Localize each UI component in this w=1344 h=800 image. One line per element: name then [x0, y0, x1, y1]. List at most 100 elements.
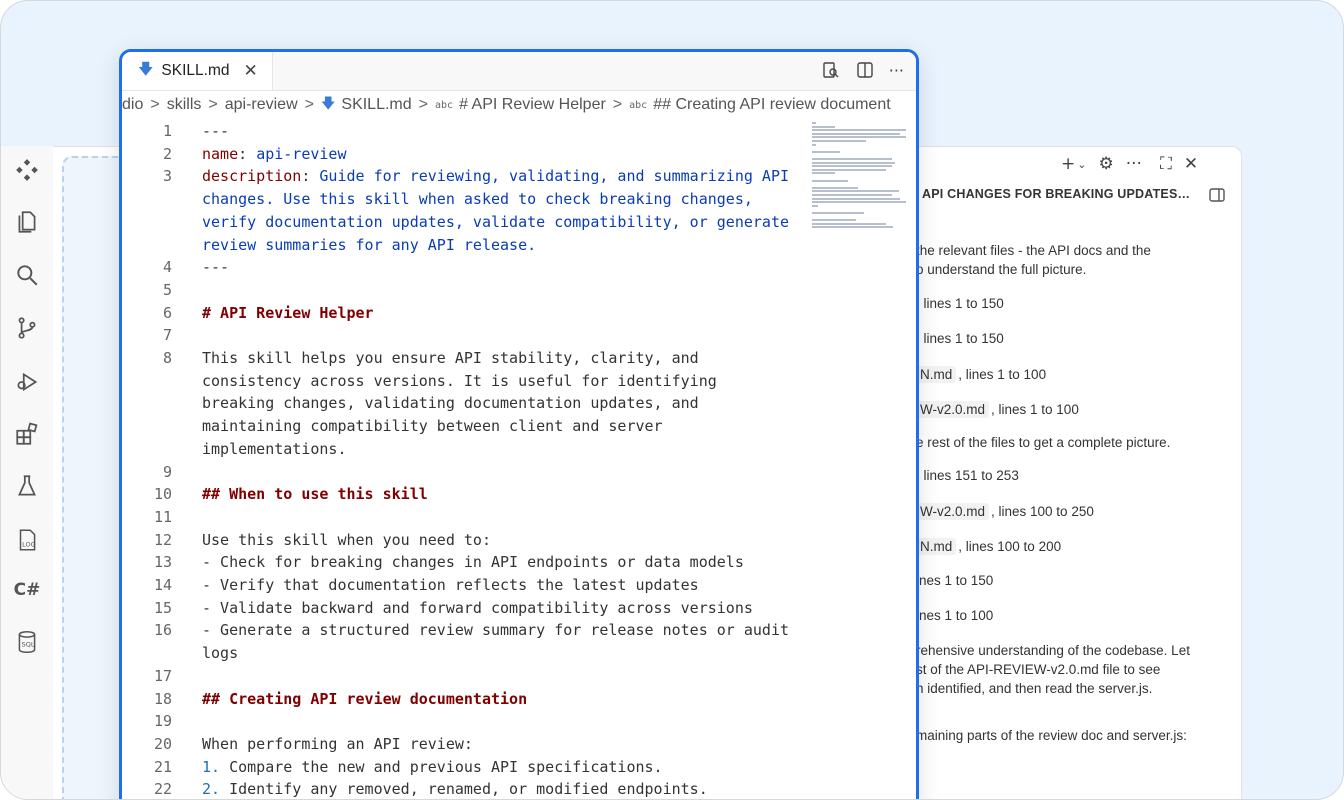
- line-number: 18: [153, 689, 172, 708]
- tab-bar: 🡇 SKILL.md ✕ ···: [122, 52, 916, 91]
- more-icon[interactable]: ···: [1126, 154, 1142, 174]
- chat-message-line: e rest of the files to get a complete pi…: [916, 435, 1170, 450]
- chat-text: , lines 151 to 253: [916, 468, 1019, 483]
- chat-text: the relevant files - the API docs and th…: [916, 243, 1151, 258]
- line-number: 1: [162, 122, 172, 140]
- chat-message-line: the relevant files - the API docs and th…: [916, 243, 1151, 258]
- file-reference-chip[interactable]: W-v2.0.md: [916, 401, 990, 418]
- minimap-line: [812, 158, 892, 160]
- line-number: 21: [153, 757, 172, 776]
- file-reference-chip[interactable]: N.md: [916, 366, 957, 383]
- chat-text: ines 1 to 100: [916, 608, 994, 623]
- tab-skill-md[interactable]: 🡇 SKILL.md ✕: [122, 52, 273, 90]
- line-number: 20: [153, 734, 172, 753]
- minimap-line: [812, 186, 859, 189]
- close-icon[interactable]: ✕: [243, 61, 257, 81]
- copilot-icon[interactable]: [11, 154, 43, 186]
- breadcrumb-item[interactable]: SKILL.md: [341, 96, 411, 114]
- chat-message-line: ines 1 to 100: [916, 608, 993, 623]
- minimap-line: [812, 226, 894, 229]
- chat-message-line: , lines 1 to 150: [916, 296, 1004, 311]
- code-token: This skill helps you ensure API stabilit…: [202, 349, 699, 367]
- chat-message-line: N.md, lines 1 to 100: [916, 366, 1046, 383]
- minimap-line: [812, 172, 836, 175]
- breadcrumb-item[interactable]: api-review: [225, 96, 298, 114]
- gear-icon[interactable]: ⚙: [1098, 154, 1113, 174]
- code-line: - Verify that documentation reflects the…: [202, 576, 699, 594]
- chat-message-line: st of the API-REVIEW-v2.0.md file to see: [916, 662, 1160, 677]
- new-chat-icon[interactable]: +: [1061, 154, 1075, 174]
- code-line: ---: [202, 122, 229, 140]
- sql-icon[interactable]: SQL: [11, 626, 43, 658]
- minimap[interactable]: [812, 122, 916, 242]
- code-line: name: api-review: [202, 145, 347, 163]
- code-token: ---: [202, 258, 230, 277]
- breadcrumb-separator: >: [304, 96, 314, 113]
- chat-text: e rest of the files to get a complete pi…: [916, 435, 1171, 450]
- minimap-line: [812, 132, 901, 135]
- code-token: changes. Use this skill when asked to ch…: [202, 190, 753, 209]
- code-token: review summaries for any API release.: [202, 235, 537, 254]
- open-preview-icon[interactable]: [821, 60, 841, 80]
- chat-text: ines 1 to 150: [916, 573, 994, 588]
- chat-text: n identified, and then read the server.j…: [916, 681, 1153, 696]
- chevron-down-icon[interactable]: ⌄: [1077, 158, 1086, 171]
- minimap-line: [812, 136, 907, 139]
- line-number: 2: [162, 144, 172, 163]
- code-line: This skill helps you ensure API stabilit…: [202, 349, 699, 367]
- minimap-line: [812, 140, 866, 142]
- search-icon[interactable]: [11, 259, 43, 291]
- panel-toggle-icon[interactable]: [1208, 186, 1226, 204]
- code-token: implementations.: [202, 439, 347, 458]
- testing-icon[interactable]: [11, 470, 43, 502]
- line-number: 5: [162, 280, 172, 299]
- chat-text: rehensive understanding of the codebase.…: [916, 643, 1190, 658]
- line-number: 10: [153, 485, 172, 504]
- line-number: 16: [153, 621, 172, 640]
- code-line: consistency across versions. It is usefu…: [202, 372, 717, 390]
- code-token: name: [202, 144, 239, 163]
- minimap-line: [812, 143, 817, 146]
- code-line: Use this skill when you need to:: [202, 531, 491, 549]
- explorer-icon[interactable]: [11, 206, 43, 238]
- code-line: # API Review Helper: [202, 304, 374, 322]
- extensions-marketplace-icon[interactable]: [11, 418, 43, 450]
- minimap-line: [812, 197, 901, 200]
- log-icon[interactable]: LOG: [11, 524, 43, 556]
- desktop-background: LOG C# SQL + ⌄ ⚙ ··· ⛶ ✕ API CHANGES FOR…: [0, 0, 1344, 800]
- code-token: - Validate backward and forward compatib…: [202, 598, 753, 617]
- file-reference-chip[interactable]: W-v2.0.md: [916, 503, 990, 520]
- more-actions-icon[interactable]: ···: [889, 61, 904, 80]
- breadcrumb-item[interactable]: dio: [122, 96, 143, 114]
- code-token: description: [202, 167, 302, 186]
- activity-bar: LOG C# SQL: [1, 146, 53, 799]
- code-line: - Generate a structured review summary f…: [202, 621, 789, 639]
- breadcrumb-item[interactable]: skills: [167, 96, 202, 114]
- svg-text:LOG: LOG: [22, 541, 36, 549]
- code-line: - Check for breaking changes in API endp…: [202, 553, 744, 571]
- code-token: ---: [202, 122, 230, 140]
- csharp-icon[interactable]: C#: [11, 574, 43, 606]
- code-token: - Verify that documentation reflects the…: [202, 576, 699, 594]
- code-line: implementations.: [202, 440, 347, 458]
- minimap-line: [812, 201, 907, 204]
- run-debug-icon[interactable]: [11, 366, 43, 398]
- code-token: 2.: [202, 780, 221, 799]
- breadcrumb-item[interactable]: ## Creating API review document: [653, 96, 890, 114]
- maximize-icon[interactable]: ⛶: [1160, 154, 1172, 174]
- chat-message-line: , lines 1 to 150: [916, 331, 1004, 346]
- line-number: 14: [153, 576, 172, 594]
- line-number: 22: [153, 780, 172, 799]
- tab-label: SKILL.md: [161, 62, 230, 79]
- file-reference-chip[interactable]: N.md: [916, 538, 957, 555]
- line-number: 7: [162, 326, 172, 345]
- code-line: - Validate backward and forward compatib…: [202, 599, 753, 617]
- svg-text:SQL: SQL: [22, 640, 35, 648]
- code-token: :: [301, 167, 320, 186]
- code-token: Compare the new and previous API specifi…: [220, 757, 663, 776]
- chat-message-line: maining parts of the review doc and serv…: [916, 728, 1187, 743]
- source-control-icon[interactable]: [11, 312, 43, 344]
- split-editor-icon[interactable]: [855, 60, 875, 80]
- close-icon[interactable]: ✕: [1184, 154, 1198, 174]
- breadcrumb-item[interactable]: # API Review Helper: [459, 96, 606, 114]
